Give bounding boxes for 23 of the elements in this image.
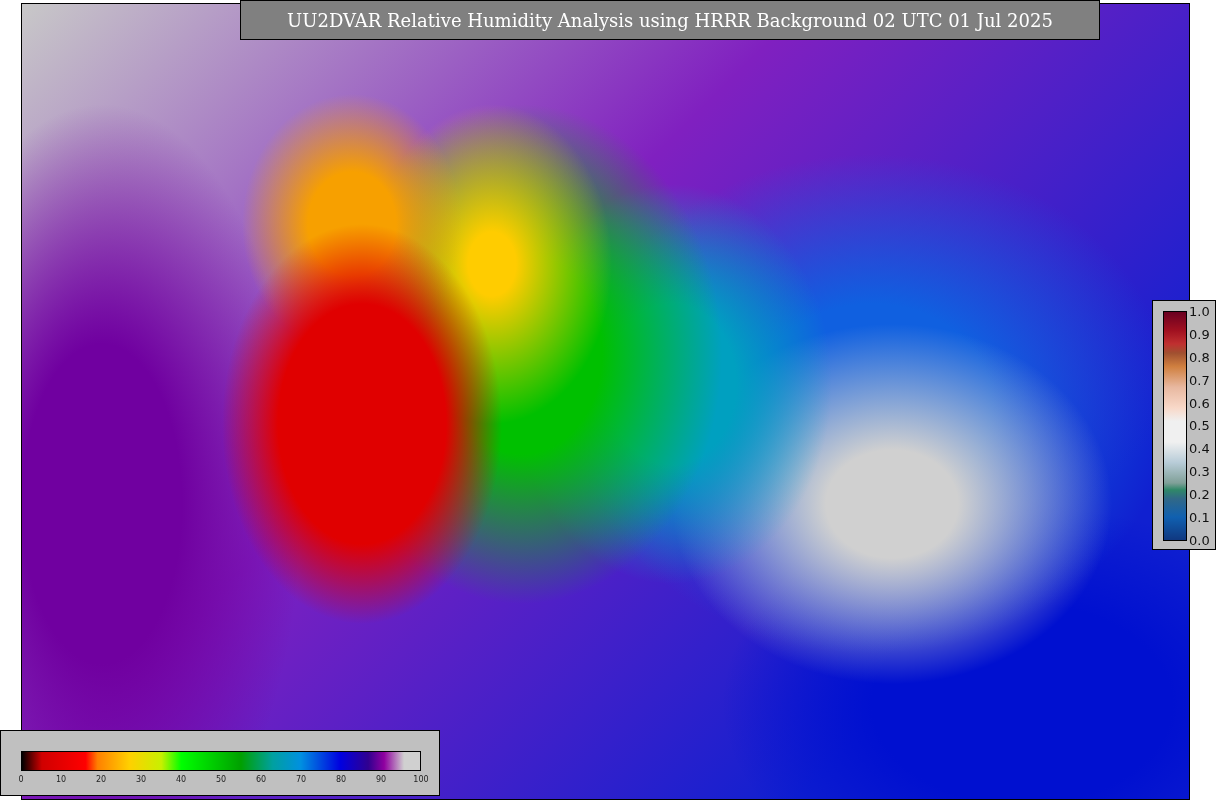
tick-label: 1.0 — [1189, 303, 1210, 320]
map-title: UU2DVAR Relative Humidity Analysis using HRRR Background 02 UTC 01 Jul 2025 — [240, 0, 1100, 40]
tick-label: 0.9 — [1189, 325, 1210, 343]
tick-label: 0.0 — [1189, 531, 1210, 549]
tick-label: 0.3 — [1189, 463, 1210, 481]
tick-label: 40 — [175, 775, 187, 784]
tick-label: 70 — [295, 775, 307, 784]
tick-label: 0.5 — [1189, 417, 1210, 435]
tick-label: 0.8 — [1189, 348, 1210, 366]
tick-label: 60 — [255, 775, 267, 784]
tick-label: 100 — [413, 775, 429, 784]
tick-label: 90 — [375, 775, 387, 784]
tick-label: 10 — [55, 775, 67, 784]
tick-label: 0.7 — [1189, 371, 1210, 389]
tick-label: 20 — [95, 775, 107, 784]
tick-label: 30 — [135, 775, 147, 784]
tick-label: 0.2 — [1189, 486, 1210, 504]
tick-label: 0.6 — [1189, 394, 1210, 412]
tick-label: 0 — [18, 775, 24, 784]
tick-label: 0.1 — [1189, 509, 1210, 526]
tick-label: 0.4 — [1189, 440, 1210, 458]
tick-label: 50 — [215, 775, 227, 784]
tick-label: 80 — [335, 775, 347, 784]
